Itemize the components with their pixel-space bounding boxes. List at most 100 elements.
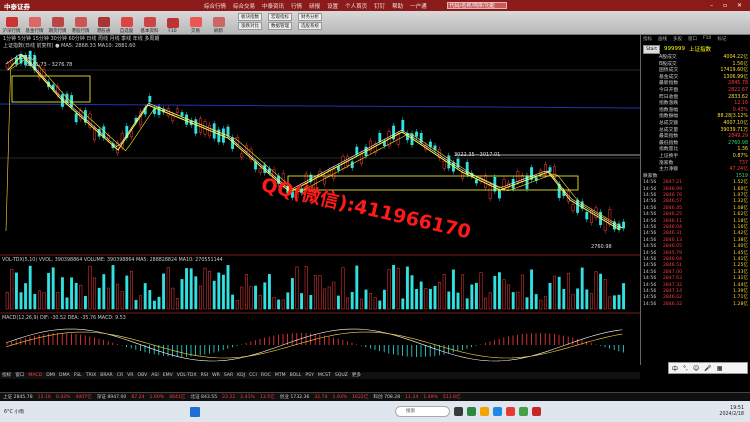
panel-button[interactable]: 宏观指标 [268,13,292,21]
window-controls[interactable]: – ▫ ✕ [710,2,750,9]
menu-item[interactable]: 个人首页 [345,2,367,10]
volume-bar [341,267,345,310]
start-menu-icon[interactable] [190,406,200,417]
ime-emoji-icon[interactable]: ☺ [693,365,699,372]
indicator-tab[interactable]: EMV [163,372,173,379]
indicator-tab[interactable]: BRAR [100,372,113,379]
volume-bar [226,265,230,310]
status-item: 12.16 [37,395,51,400]
right-tab[interactable]: 多股 [673,36,682,42]
indicator-tab[interactable]: WR [212,372,220,379]
kline-chart[interactable]: 3322.1 3281.73 - 3276.78 3022.35 - 3017.… [0,50,640,372]
toolbar-button[interactable]: 刷新 [207,11,230,34]
app-icon[interactable] [467,407,476,416]
toolbar-button[interactable]: 港股通 [92,11,115,34]
ime-grid-icon[interactable]: ▦ [717,365,723,372]
toolbar-button[interactable]: 自选股 [115,11,138,34]
panel-button[interactable]: 板块指数 [238,13,262,21]
volume-bar [530,269,534,310]
wechat-icon[interactable] [519,407,528,416]
candle [474,179,478,184]
toolbar-button[interactable]: 交易 [184,11,207,34]
indicator-tab[interactable]: MTM [275,372,286,379]
search-input[interactable]: 代码/名称/简拼/功能 [446,2,507,9]
toolbar-button[interactable]: 基本资料 [138,11,161,34]
volume-bar [60,277,64,310]
weather-widget[interactable]: 6°C 小雨 [0,408,60,415]
right-tab[interactable]: 窗口 [688,36,697,42]
folder-icon[interactable] [480,407,489,416]
menu-item[interactable]: 中泰资讯 [262,2,284,10]
indicator-tab[interactable]: VOL-TDX [177,372,197,379]
volume-bar [79,284,83,310]
indicator-tab[interactable]: ROC [261,372,271,379]
right-tab[interactable]: F10 [703,36,711,42]
menu-item[interactable]: 一户通 [410,2,427,10]
ime-punct-icon[interactable]: °, [683,365,688,372]
indicator-tab[interactable]: MACD [28,372,42,379]
stat-row: 今日开盘 2822.67 [641,88,750,95]
indicator-tab[interactable]: KDJ [237,372,245,379]
indicator-tab[interactable]: MCST [318,372,331,379]
start-button[interactable]: Start [643,44,660,54]
right-tab[interactable]: 画线 [658,36,667,42]
indicator-tab[interactable]: CCI [249,372,257,379]
toolbar-button[interactable]: 港股行情 [69,11,92,34]
indicator-tab[interactable]: VR [127,372,133,379]
panel-button[interactable]: 选股系统 [298,22,322,30]
indicator-tab[interactable]: SQUZ [335,372,348,379]
menu-item[interactable]: 帮助 [392,2,403,10]
menu-item[interactable]: 综合交易 [233,2,255,10]
tick-list[interactable]: 14:56 2847.21 1.52亿 14:56 2846.99 1.60亿 14:56 2… [641,180,750,308]
menu-item[interactable]: 研报 [309,2,320,10]
panel-button[interactable]: 涨跌对比 [238,22,262,30]
indicator-tab[interactable]: OBV [138,372,148,379]
taskbar-search[interactable]: 搜索 [395,406,450,417]
indicator-tab[interactable]: 指标 [2,372,11,379]
menu-item[interactable]: 行情 [291,2,302,10]
indicator-tab[interactable]: 更多 [352,372,361,379]
volume-bar [622,283,626,310]
ime-mode-icon[interactable]: 中 [672,364,678,373]
menu-item[interactable]: 钉钉 [374,2,385,10]
ime-toolbar[interactable]: 中 °, ☺ 🎤 ▦ [668,362,748,374]
edge-icon[interactable] [493,407,502,416]
panel-button[interactable]: 数据管理 [268,22,292,30]
stock-name: 上证指数 [689,47,712,53]
candle [488,183,492,199]
indicator-tab[interactable]: CR [117,372,123,379]
menu-item[interactable]: 设置 [327,2,338,10]
indicator-tab[interactable]: RSI [201,372,208,379]
toolbar-button[interactable]: 期货行情 [46,11,69,34]
stat-row: 最高指数 2849.29 [641,134,750,141]
toolbar-button[interactable]: F10 [161,11,184,34]
app-icon[interactable] [506,407,515,416]
indicator-tab[interactable]: FSL [74,372,82,379]
ime-mic-icon[interactable]: 🎤 [704,365,711,372]
menu-item[interactable]: 综合行情 [204,2,226,10]
period-tabs[interactable]: 1分钟 5分钟 15分钟 30分钟 60分钟 日线 周线 月线 季线 年线 多周… [0,35,640,43]
right-tabs: 指标 画线 多股 窗口 F10 标记 [641,35,750,43]
taskview-icon[interactable] [454,407,463,416]
indicator-tab[interactable]: ASI [151,372,158,379]
indicator-tab[interactable]: DMA [59,372,70,379]
right-tab[interactable]: 指标 [643,36,652,42]
stat-value: 0.87% [732,153,748,159]
toolbar-button[interactable]: 基金行情 [23,11,46,34]
indicator-tab[interactable]: DMI [46,372,55,379]
right-tab[interactable]: 标记 [717,36,726,42]
indicator-tab[interactable]: 窗口 [15,372,24,379]
stock-app-icon[interactable] [532,407,541,416]
indicator-tab[interactable]: SAR [224,372,233,379]
volume-bar [433,285,437,310]
indicator-tab[interactable]: BOLL [290,372,302,379]
volume-bar [488,292,492,310]
candle [70,95,74,107]
panel-button[interactable]: 财务分析 [298,13,322,21]
toolbar-button[interactable]: 沪深行情 [0,11,23,34]
indicator-tab[interactable]: TRIX [86,372,97,379]
indicator-tab[interactable]: PSY [305,372,314,379]
clock[interactable]: 19:51 2024/2/18 [719,406,750,418]
candle [461,172,465,179]
volume-bar [456,292,460,310]
